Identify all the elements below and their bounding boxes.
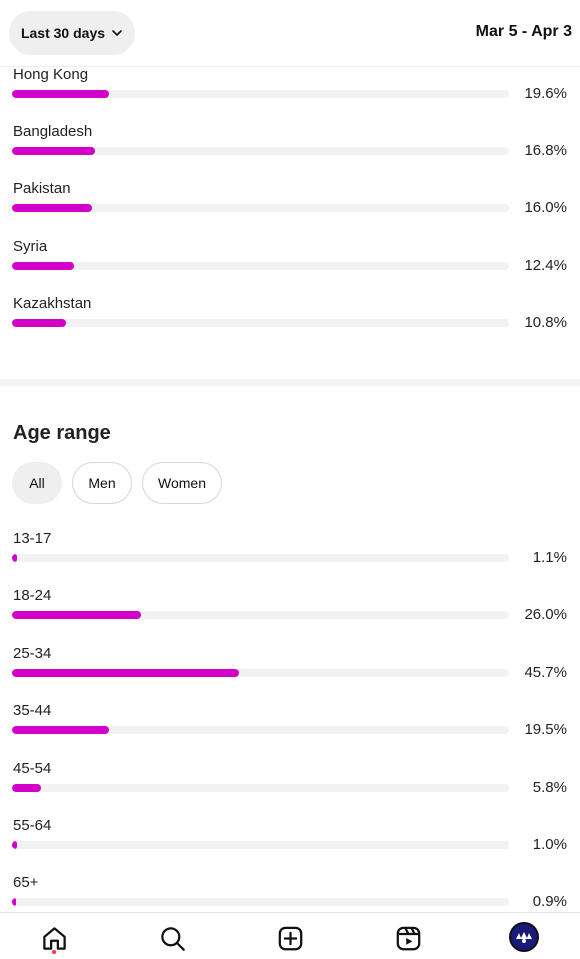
age-bar-fill (12, 669, 239, 677)
age-bar-fill (12, 898, 16, 906)
filter-chip-all[interactable]: All (12, 462, 62, 504)
age-bar-fill (12, 726, 109, 734)
country-row: Kazakhstan 10.8% (0, 295, 580, 351)
country-bar-fill (12, 204, 92, 212)
date-range-dropdown[interactable]: Last 30 days (9, 11, 135, 55)
age-bar-track (12, 841, 509, 849)
gender-filter-chips: All Men Women (12, 462, 222, 504)
age-label: 18-24 (13, 587, 52, 604)
nav-search-button[interactable] (158, 924, 186, 952)
age-row: 25-34 45.7% (0, 645, 580, 701)
country-row: Bangladesh 16.8% (0, 123, 580, 179)
top-bar: Last 30 days Mar 5 - Apr 3 (0, 0, 580, 67)
date-range-dropdown-label: Last 30 days (20, 25, 106, 41)
age-row: 18-24 26.0% (0, 587, 580, 643)
age-label: 45-54 (13, 760, 52, 777)
age-bar-fill (12, 554, 17, 562)
country-bar-fill (12, 90, 109, 98)
country-row: Syria 12.4% (0, 238, 580, 294)
age-label: 35-44 (13, 702, 52, 719)
date-range-text: Mar 5 - Apr 3 (475, 23, 572, 40)
country-label: Pakistan (13, 180, 71, 197)
age-row: 45-54 5.8% (0, 760, 580, 816)
country-label: Syria (13, 238, 48, 255)
country-bar-track (12, 147, 509, 155)
insights-page: Last 30 days Mar 5 - Apr 3 Hong Kong 19.… (0, 0, 580, 959)
filter-chip-men[interactable]: Men (72, 462, 132, 504)
age-label: 55-64 (13, 817, 52, 834)
country-label: Hong Kong (13, 66, 89, 83)
notification-dot (52, 950, 56, 954)
age-percentage: 45.7% (524, 664, 567, 681)
age-bar-track (12, 784, 509, 792)
filter-chip-women[interactable]: Women (142, 462, 222, 504)
country-percentage: 19.6% (524, 85, 567, 102)
nav-create-button[interactable] (276, 924, 304, 952)
age-percentage: 1.0% (532, 836, 567, 853)
country-bar-fill (12, 319, 66, 327)
age-range-title: Age range (13, 422, 111, 444)
age-bar-track (12, 898, 509, 906)
profile-avatar-icon (513, 926, 535, 948)
nav-home-button[interactable] (40, 924, 68, 952)
country-row: Pakistan 16.0% (0, 180, 580, 236)
bottom-nav (0, 912, 580, 959)
country-row: Hong Kong 19.6% (0, 66, 580, 122)
country-bar-fill (12, 147, 95, 155)
chevron-down-icon (112, 30, 122, 36)
age-bar-fill (12, 611, 141, 619)
age-bar-fill (12, 784, 41, 792)
age-label: 25-34 (13, 645, 52, 662)
country-percentage: 16.0% (524, 199, 567, 216)
country-bar-track (12, 262, 509, 270)
age-label: 65+ (13, 874, 39, 891)
age-percentage: 19.5% (524, 721, 567, 738)
nav-profile-avatar[interactable] (509, 922, 539, 952)
country-bar-fill (12, 262, 74, 270)
country-percentage: 16.8% (524, 142, 567, 159)
nav-reels-button[interactable] (394, 924, 422, 952)
age-bar-track (12, 554, 509, 562)
age-bar-track (12, 726, 509, 734)
age-percentage: 26.0% (524, 606, 567, 623)
country-percentage: 10.8% (524, 314, 567, 331)
age-bar-track (12, 611, 509, 619)
section-divider (0, 379, 580, 386)
reels-icon (396, 926, 420, 950)
age-percentage: 5.8% (532, 779, 567, 796)
country-label: Kazakhstan (13, 295, 92, 312)
country-bar-track (12, 204, 509, 212)
age-percentage: 1.1% (532, 549, 567, 566)
age-row: 13-17 1.1% (0, 530, 580, 586)
country-percentage: 12.4% (524, 257, 567, 274)
country-bar-track (12, 319, 509, 327)
age-row: 55-64 1.0% (0, 817, 580, 873)
age-bar-track (12, 669, 509, 677)
home-icon (42, 926, 66, 950)
country-label: Bangladesh (13, 123, 93, 140)
age-percentage: 0.9% (532, 893, 567, 910)
age-label: 13-17 (13, 530, 52, 547)
age-bar-fill (12, 841, 17, 849)
search-icon (160, 926, 185, 951)
age-row: 35-44 19.5% (0, 702, 580, 758)
create-icon (278, 926, 302, 950)
country-bar-track (12, 90, 509, 98)
